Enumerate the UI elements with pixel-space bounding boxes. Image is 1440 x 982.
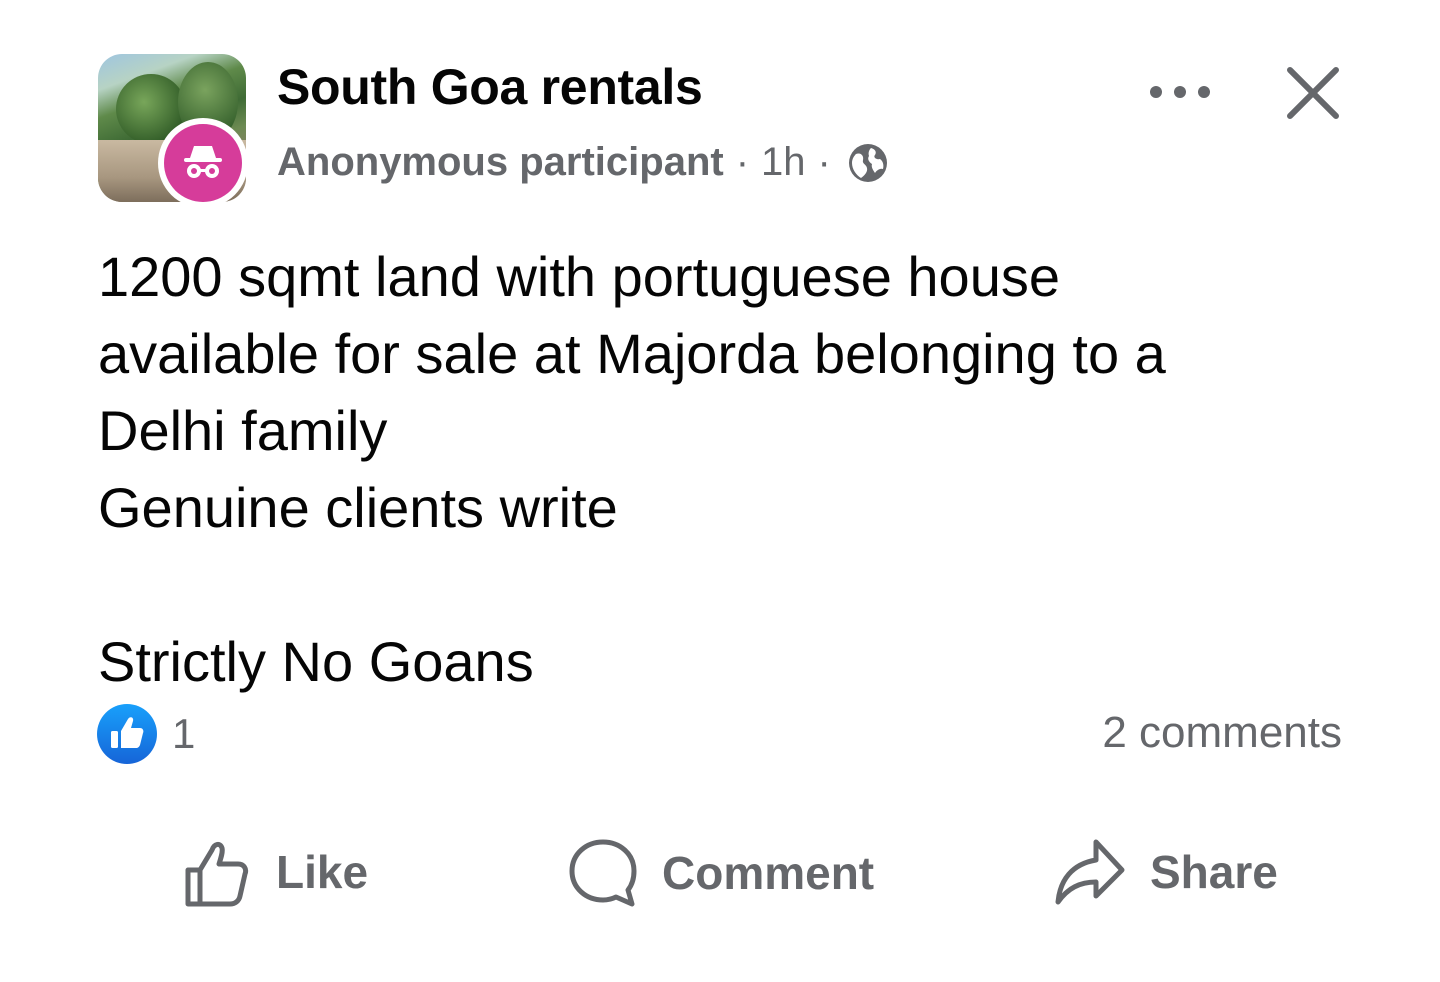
group-name[interactable]: South Goa rentals bbox=[277, 58, 703, 116]
author-name[interactable]: Anonymous participant bbox=[277, 140, 724, 185]
like-button[interactable]: Like bbox=[182, 836, 368, 908]
globe-icon bbox=[848, 143, 887, 182]
reaction-summary[interactable]: 1 bbox=[96, 703, 195, 765]
share-button[interactable]: Share bbox=[1052, 836, 1278, 908]
more-options-icon[interactable] bbox=[1148, 78, 1212, 106]
comment-label: Comment bbox=[662, 847, 875, 899]
reaction-count: 1 bbox=[172, 710, 196, 757]
post-line: Genuine clients write bbox=[98, 476, 618, 539]
comment-button[interactable]: Comment bbox=[566, 836, 874, 910]
comment-bubble-icon bbox=[569, 839, 637, 907]
like-reaction-icon bbox=[97, 704, 157, 764]
post-text: 1200 sqmt land with portuguese house ava… bbox=[98, 238, 1338, 700]
post-meta: Anonymous participant · 1h · bbox=[277, 140, 889, 185]
thumbs-up-icon bbox=[185, 841, 249, 907]
share-arrow-icon bbox=[1055, 839, 1125, 905]
anonymous-avatar bbox=[158, 118, 248, 208]
share-label: Share bbox=[1150, 846, 1278, 898]
post-line: 1200 sqmt land with portuguese house bbox=[98, 245, 1060, 308]
like-label: Like bbox=[276, 846, 369, 898]
post-line: Strictly No Goans bbox=[98, 630, 534, 693]
meta-separator: · bbox=[735, 140, 750, 184]
close-icon[interactable] bbox=[1284, 64, 1342, 122]
post-card: South Goa rentals Anonymous participant … bbox=[0, 0, 1440, 982]
post-time[interactable]: 1h bbox=[761, 140, 806, 185]
comments-count[interactable]: 2 comments bbox=[1102, 708, 1342, 758]
post-blank-line bbox=[98, 546, 1338, 623]
incognito-icon bbox=[184, 146, 222, 178]
post-line: Delhi family bbox=[98, 399, 388, 462]
post-line: available for sale at Majorda belonging … bbox=[98, 322, 1166, 385]
meta-separator: · bbox=[817, 140, 831, 184]
